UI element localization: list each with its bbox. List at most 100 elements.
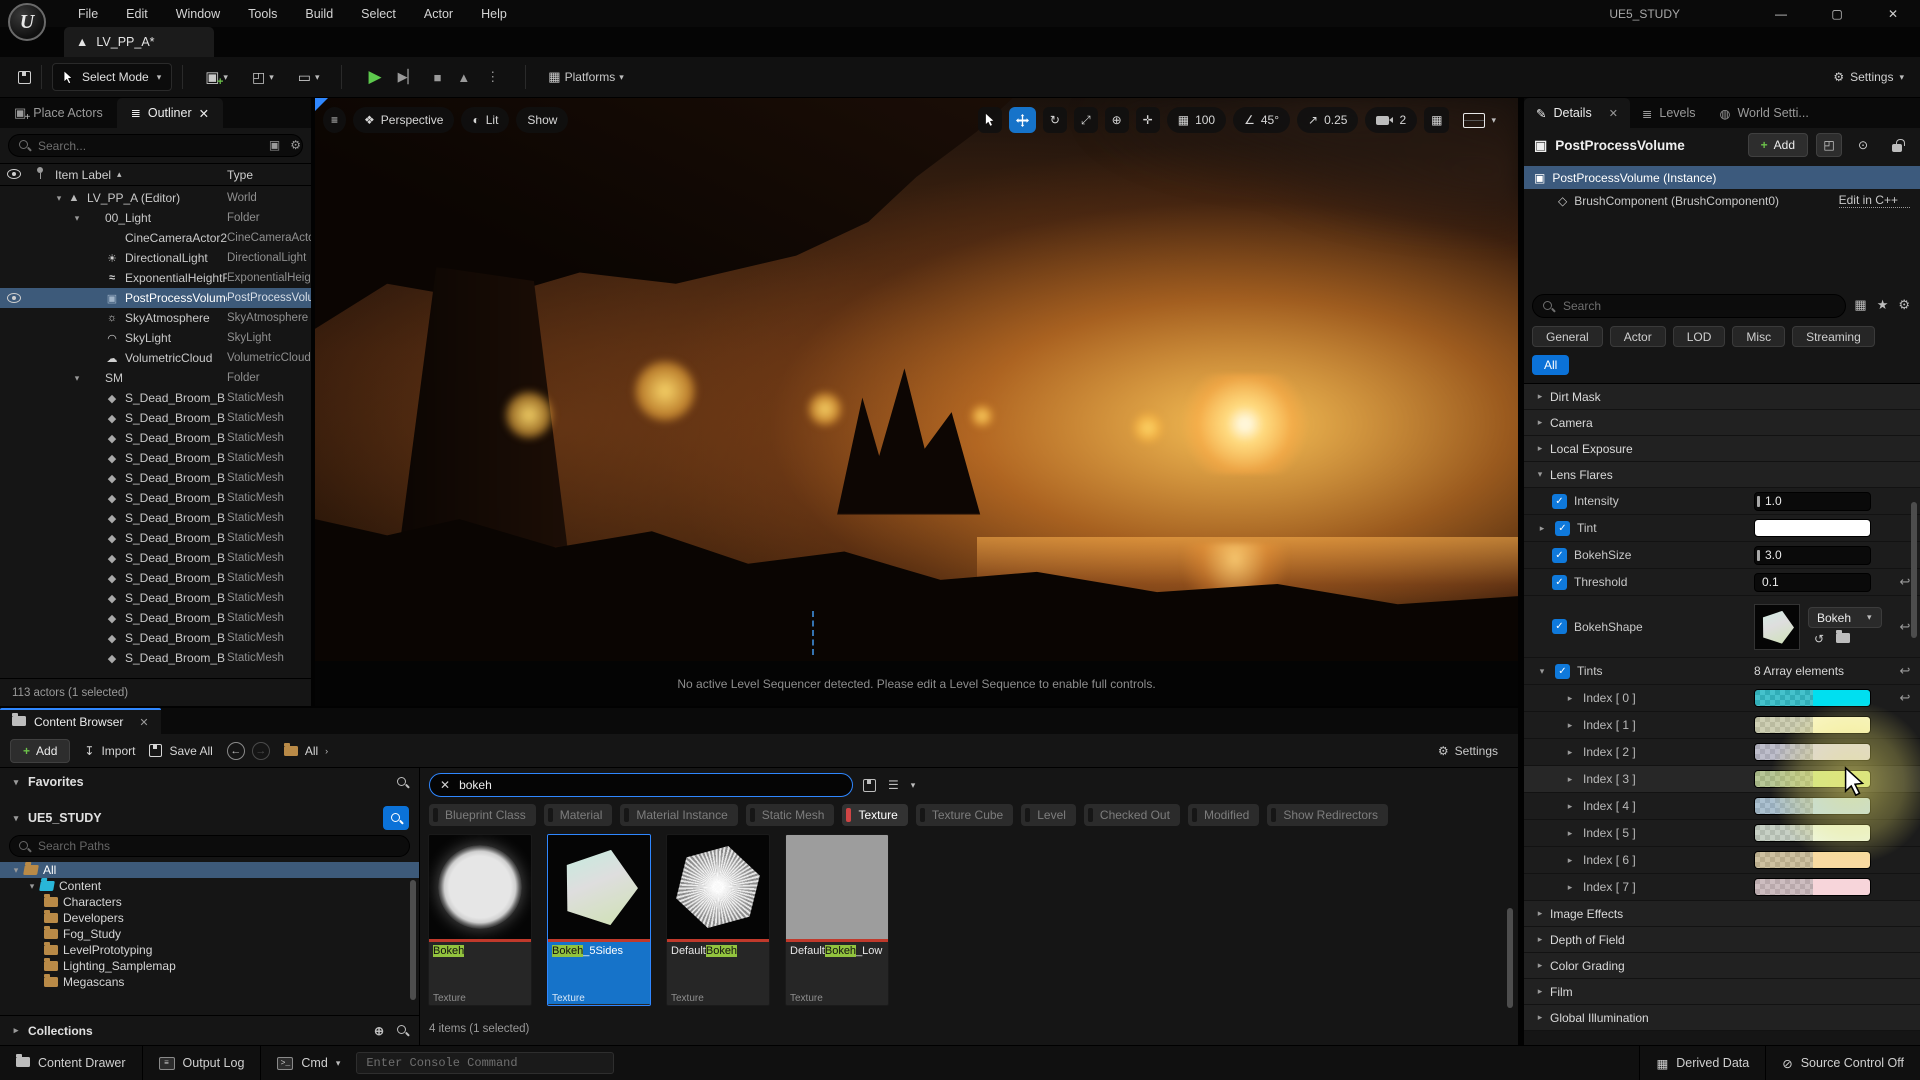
asset-grid-scrollbar[interactable] [1507, 908, 1513, 1008]
all-filter-button[interactable]: All [1532, 355, 1569, 375]
menu-item[interactable]: Tools [238, 3, 287, 25]
sidebar-scrollbar[interactable] [410, 880, 416, 1000]
menu-item[interactable]: Help [471, 3, 517, 25]
checkbox[interactable]: ✓ [1555, 664, 1570, 679]
filter-chip[interactable]: Level [1021, 804, 1076, 826]
details-search-input[interactable]: Search [1532, 294, 1846, 318]
component-row-brush[interactable]: ◇ BrushComponent (BrushComponent0) Edit … [1524, 189, 1920, 212]
move-tool-button[interactable] [1009, 107, 1036, 133]
component-row-instance[interactable]: ▣ PostProcessVolume (Instance) [1524, 166, 1920, 189]
property-section-collapsed[interactable]: ▸ Global Illumination [1524, 1005, 1920, 1031]
property-section-collapsed[interactable]: ▸ Camera [1524, 410, 1920, 436]
asset-tile[interactable]: Bokeh_5Sides Texture [547, 834, 651, 1006]
perspective-dropdown[interactable]: ❖Perspective [353, 107, 454, 133]
add-collection-icon[interactable]: ⊕ [374, 1024, 384, 1038]
filter-chip[interactable]: Show Redirectors [1267, 804, 1388, 826]
outliner-row[interactable]: S_Dead_Broom_B StaticMesh [0, 428, 311, 448]
asset-search-input[interactable]: ✕ bokeh [429, 773, 853, 797]
category-filter-button[interactable]: Misc [1732, 326, 1785, 347]
expander-icon[interactable]: ▸ [1564, 774, 1576, 785]
tint-array-element-row[interactable]: ▸Index [ 6 ] [1524, 847, 1920, 874]
add-actor-dropdown[interactable]: ▣+▾ [205, 68, 228, 86]
menu-item[interactable]: Actor [414, 3, 463, 25]
details-scrollbar[interactable] [1911, 502, 1917, 638]
stop-button[interactable]: ■ [434, 70, 442, 85]
favorites-section[interactable]: ▾ Favorites [0, 768, 419, 796]
category-filter-button[interactable]: LOD [1673, 326, 1726, 347]
expander-icon[interactable]: ▸ [1536, 523, 1548, 534]
project-section[interactable]: ▾ UE5_STUDY [0, 804, 419, 832]
editor-settings-dropdown[interactable]: ⚙ Settings ▾ [1833, 70, 1920, 84]
expander-icon[interactable]: ▾ [53, 193, 65, 204]
add-component-button[interactable]: +Add [1748, 133, 1808, 157]
edit-in-cpp-link[interactable]: Edit in C++ [1839, 193, 1910, 208]
help-icon[interactable]: ⊙ [1850, 133, 1876, 157]
folder-tree-row[interactable]: Megascans [0, 974, 419, 990]
intensity-input[interactable]: 1.0 [1754, 492, 1871, 511]
filter-chip[interactable]: Static Mesh [746, 804, 835, 826]
favorites-star-icon[interactable]: ★ [1877, 297, 1889, 313]
derived-data-button[interactable]: ▦ Derived Data [1640, 1046, 1765, 1080]
checkbox[interactable]: ✓ [1555, 521, 1570, 536]
expander-icon[interactable]: ▸ [1564, 693, 1576, 704]
checkbox[interactable]: ✓ [1552, 619, 1567, 634]
outliner-view-icon[interactable]: ▣ [269, 138, 280, 152]
outliner-settings-gear-icon[interactable]: ⚙ [290, 138, 301, 152]
select-tool-button[interactable] [978, 107, 1002, 133]
outliner-row[interactable]: CineCameraActor2 CineCameraActor [0, 228, 311, 248]
tint-array-element-row[interactable]: ▸Index [ 0 ] ↩ [1524, 685, 1920, 712]
output-log-button[interactable]: ≡ Output Log [143, 1046, 261, 1080]
expander-icon[interactable]: ▾ [10, 865, 22, 876]
property-section-collapsed[interactable]: ▸ Color Grading [1524, 953, 1920, 979]
bokehsize-input[interactable]: 3.0 [1754, 546, 1871, 565]
save-all-button[interactable]: Save All [149, 744, 212, 758]
menu-item[interactable]: File [68, 3, 108, 25]
scale-snap-control[interactable]: ↗0.25 [1297, 107, 1358, 133]
display-options-icon[interactable]: ▦ [1854, 297, 1866, 313]
outliner-row[interactable]: SkyAtmosphere SkyAtmosphere [0, 308, 311, 328]
details-settings-gear-icon[interactable]: ⚙ [1898, 297, 1910, 313]
maximize-button[interactable]: ▢ [1822, 7, 1852, 21]
breadcrumb[interactable]: All › [284, 744, 328, 758]
outliner-row[interactable]: S_Dead_Broom_B StaticMesh [0, 408, 311, 428]
search-paths-input[interactable]: Search Paths [9, 835, 410, 857]
minimize-button[interactable]: — [1766, 7, 1796, 21]
column-type[interactable]: Type [227, 168, 311, 182]
chevron-down-icon[interactable]: ▾ [911, 780, 916, 791]
import-button[interactable]: ↧Import [84, 744, 135, 758]
filter-chip[interactable]: Checked Out [1084, 804, 1180, 826]
asset-tile[interactable]: Bokeh Texture [428, 834, 532, 1006]
eject-button[interactable]: ▲ [457, 70, 470, 85]
back-button[interactable]: ← [227, 742, 245, 760]
rotate-tool-button[interactable]: ↻ [1043, 107, 1067, 133]
outliner-row[interactable]: S_Dead_Broom_B StaticMesh [0, 488, 311, 508]
checkbox[interactable]: ✓ [1552, 575, 1567, 590]
path-search-toggle-button[interactable] [383, 806, 409, 830]
category-filter-button[interactable]: Actor [1610, 326, 1666, 347]
reset-to-default-icon[interactable]: ↩ [1890, 690, 1920, 706]
play-button[interactable]: ▶ [368, 67, 381, 87]
outliner-row[interactable]: SkyLight SkyLight [0, 328, 311, 348]
surface-snapping-button[interactable]: ✛ [1136, 107, 1160, 133]
folder-tree-row[interactable]: LevelPrototyping [0, 942, 419, 958]
lock-icon[interactable] [1884, 133, 1910, 157]
outliner-row[interactable]: S_Dead_Broom_B StaticMesh [0, 528, 311, 548]
filter-chip[interactable]: Texture Cube [916, 804, 1013, 826]
bokeh-shape-thumbnail[interactable] [1754, 604, 1800, 650]
outliner-row[interactable]: VolumetricCloud VolumetricCloud [0, 348, 311, 368]
tab-details[interactable]: ✎ Details ✕ [1524, 98, 1630, 128]
skip-button[interactable]: ▶▏ [398, 69, 418, 85]
checkbox[interactable]: ✓ [1552, 548, 1567, 563]
folder-tree-row[interactable]: Fog_Study [0, 926, 419, 942]
filter-chip[interactable]: Material Instance [620, 804, 737, 826]
tint-color-swatch[interactable] [1754, 851, 1871, 869]
visibility-column-icon[interactable] [7, 169, 21, 179]
expander-icon[interactable]: ▸ [1564, 855, 1576, 866]
cmd-dropdown[interactable]: >_ Cmd ▾ [261, 1046, 356, 1080]
property-section-collapsed[interactable]: ▸ Film [1524, 979, 1920, 1005]
outliner-row[interactable]: S_Dead_Broom_B StaticMesh [0, 468, 311, 488]
tint-color-swatch[interactable] [1754, 519, 1871, 537]
menu-item[interactable]: Build [295, 3, 343, 25]
asset-tile[interactable]: DefaultBokeh Texture [666, 834, 770, 1006]
expander-icon[interactable]: ▾ [1536, 666, 1548, 677]
